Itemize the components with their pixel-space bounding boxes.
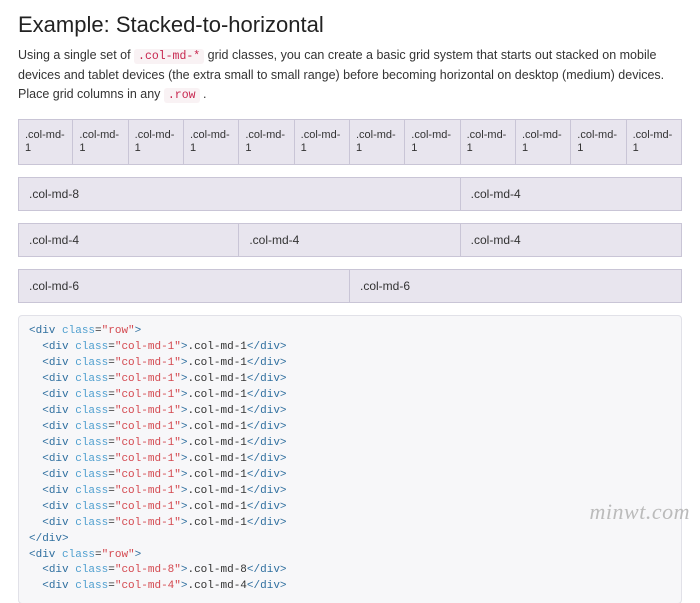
grid-cell-md1: .col-md-1 [239, 119, 294, 165]
desc-text: Using a single set of [18, 48, 134, 62]
grid-cell-md6: .col-md-6 [350, 269, 682, 303]
grid-cell-md1: .col-md-1 [73, 119, 128, 165]
page-title: Example: Stacked-to-horizontal [18, 12, 682, 38]
grid-row-4-4-4: .col-md-4 .col-md-4 .col-md-4 [18, 223, 682, 257]
grid-cell-md1: .col-md-1 [350, 119, 405, 165]
grid-cell-md1: .col-md-1 [461, 119, 516, 165]
code-col-md-star: .col-md-* [134, 49, 204, 64]
grid-cell-md4: .col-md-4 [461, 177, 682, 211]
grid-cell-md1: .col-md-1 [184, 119, 239, 165]
grid-cell-md1: .col-md-1 [18, 119, 73, 165]
desc-text: . [200, 87, 207, 101]
grid-cell-md1: .col-md-1 [516, 119, 571, 165]
grid-cell-md4: .col-md-4 [239, 223, 460, 257]
grid-cell-md1: .col-md-1 [295, 119, 350, 165]
grid-cell-md8: .col-md-8 [18, 177, 461, 211]
grid-cell-md6: .col-md-6 [18, 269, 350, 303]
description-paragraph: Using a single set of .col-md-* grid cla… [18, 46, 682, 105]
code-row: .row [164, 88, 200, 103]
grid-cell-md1: .col-md-1 [571, 119, 626, 165]
grid-row-12x1: .col-md-1 .col-md-1 .col-md-1 .col-md-1 … [18, 119, 682, 165]
grid-row-6-6: .col-md-6 .col-md-6 [18, 269, 682, 303]
code-sample: <div class="row"> <div class="col-md-1">… [18, 315, 682, 603]
grid-cell-md1: .col-md-1 [405, 119, 460, 165]
grid-cell-md1: .col-md-1 [627, 119, 682, 165]
grid-cell-md4: .col-md-4 [461, 223, 682, 257]
grid-row-8-4: .col-md-8 .col-md-4 [18, 177, 682, 211]
grid-cell-md1: .col-md-1 [129, 119, 184, 165]
grid-cell-md4: .col-md-4 [18, 223, 239, 257]
